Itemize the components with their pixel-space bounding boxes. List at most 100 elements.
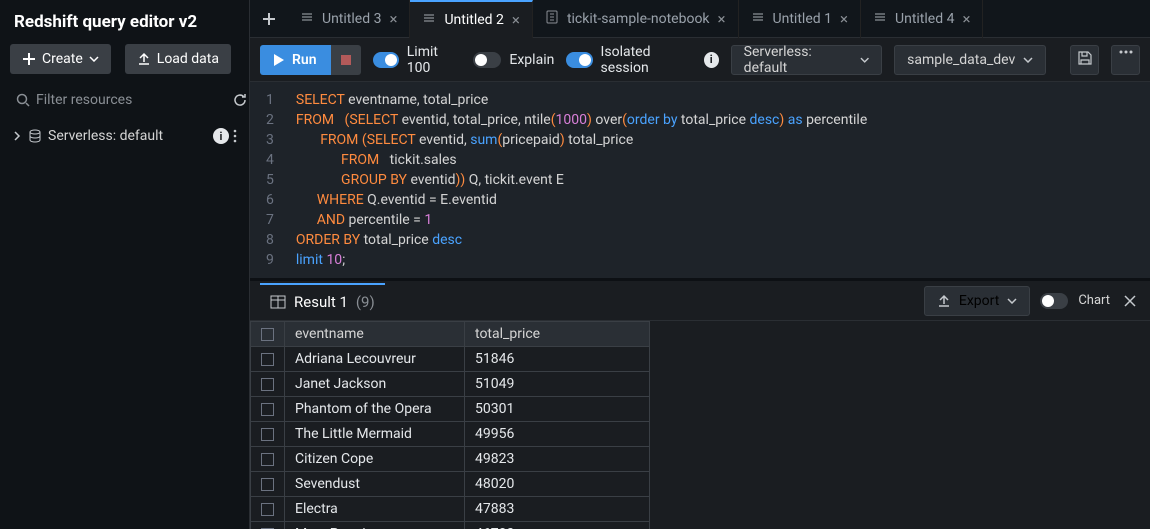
sidebar: Redshift query editor v2 Create Load dat… — [0, 0, 250, 529]
cell-eventname: Electra — [285, 497, 465, 522]
info-icon[interactable]: i — [213, 128, 229, 144]
row-checkbox[interactable] — [251, 397, 285, 422]
isolated-toggle[interactable] — [566, 52, 592, 68]
cell-total-price: 51846 — [465, 347, 650, 372]
row-checkbox[interactable] — [251, 522, 285, 529]
tab-tickit-sample-notebook[interactable]: tickit-sample-notebook× — [533, 0, 739, 38]
document-icon — [300, 10, 314, 28]
table-row[interactable]: Mary Poppins46780 — [251, 522, 650, 529]
results-table: eventnametotal_price Adriana Lecouvreur5… — [250, 321, 650, 529]
column-header[interactable]: eventname — [285, 322, 465, 347]
tab-untitled-4[interactable]: Untitled 4 × — [861, 0, 983, 38]
isolated-label: Isolated session — [601, 44, 696, 76]
line-gutter: 123456789 — [250, 82, 284, 278]
run-button[interactable]: Run — [260, 45, 331, 75]
database-label: sample_data_dev — [907, 52, 1015, 68]
export-button[interactable]: Export — [924, 286, 1030, 316]
cell-total-price: 48020 — [465, 472, 650, 497]
row-checkbox[interactable] — [251, 497, 285, 522]
tab-label: Untitled 3 — [322, 11, 381, 27]
info-icon[interactable]: i — [704, 52, 719, 68]
stop-button[interactable] — [331, 45, 361, 75]
result-tab-label: Result 1 — [294, 293, 348, 311]
row-checkbox[interactable] — [251, 472, 285, 497]
document-icon — [873, 10, 887, 28]
row-checkbox[interactable] — [251, 447, 285, 472]
tab-untitled-1[interactable]: Untitled 1 × — [739, 0, 861, 38]
tab-untitled-2[interactable]: Untitled 2 × — [410, 0, 532, 38]
database-icon — [28, 129, 42, 143]
cell-total-price: 49823 — [465, 447, 650, 472]
table-row[interactable]: Electra47883 — [251, 497, 650, 522]
cell-eventname: Phantom of the Opera — [285, 397, 465, 422]
new-tab-button[interactable] — [250, 0, 288, 38]
result-count: (9) — [356, 293, 375, 311]
tab-label: Untitled 1 — [773, 11, 832, 27]
row-checkbox[interactable] — [251, 347, 285, 372]
tree-item-serverless[interactable]: Serverless: default i — [6, 124, 243, 148]
document-icon — [751, 10, 765, 28]
save-button[interactable] — [1070, 45, 1099, 75]
plus-icon — [22, 52, 36, 66]
cell-total-price: 47883 — [465, 497, 650, 522]
table-row[interactable]: Adriana Lecouvreur51846 — [251, 347, 650, 372]
filter-input[interactable] — [36, 92, 214, 108]
document-icon — [422, 11, 436, 29]
export-label: Export — [959, 293, 999, 309]
close-icon[interactable]: × — [389, 10, 397, 28]
cell-eventname: Adriana Lecouvreur — [285, 347, 465, 372]
kebab-icon[interactable] — [233, 129, 237, 143]
sql-editor[interactable]: 123456789 SELECT eventname, total_price … — [250, 82, 1150, 278]
cell-total-price: 46780 — [465, 522, 650, 529]
table-row[interactable]: Phantom of the Opera50301 — [251, 397, 650, 422]
cell-eventname: Janet Jackson — [285, 372, 465, 397]
tree-item-label: Serverless: default — [48, 128, 163, 144]
close-icon[interactable]: × — [718, 10, 726, 28]
explain-toggle[interactable] — [473, 52, 501, 68]
connection-dropdown[interactable]: Serverless: default — [731, 45, 882, 75]
create-label: Create — [42, 51, 83, 67]
chart-label: Chart — [1078, 293, 1110, 308]
more-button[interactable] — [1111, 45, 1140, 75]
limit-toggle[interactable] — [373, 52, 399, 68]
table-row[interactable]: The Little Mermaid49956 — [251, 422, 650, 447]
load-data-button[interactable]: Load data — [125, 44, 231, 74]
column-header[interactable]: total_price — [465, 322, 650, 347]
row-checkbox[interactable] — [251, 422, 285, 447]
result-tab[interactable]: Result 1 (9) — [260, 283, 385, 319]
create-button[interactable]: Create — [10, 44, 111, 74]
code-area[interactable]: SELECT eventname, total_price FROM (SELE… — [284, 82, 1150, 278]
toolbar: Run Limit 100 Explain Isolated session i… — [250, 38, 1150, 82]
close-icon[interactable]: × — [512, 11, 520, 29]
cell-total-price: 50301 — [465, 397, 650, 422]
table-row[interactable]: Janet Jackson51049 — [251, 372, 650, 397]
search-icon — [16, 93, 30, 107]
caret-down-icon — [1023, 57, 1033, 63]
table-row[interactable]: Sevendust48020 — [251, 472, 650, 497]
notebook-icon — [545, 10, 559, 28]
select-all-header[interactable] — [251, 322, 285, 347]
connection-label: Serverless: default — [744, 44, 852, 76]
table-row[interactable]: Citizen Cope49823 — [251, 447, 650, 472]
tab-untitled-3[interactable]: Untitled 3 × — [288, 0, 410, 38]
close-icon[interactable]: × — [840, 10, 848, 28]
tabbar: Untitled 3×Untitled 2×tickit-sample-note… — [250, 0, 1150, 38]
run-label: Run — [292, 52, 317, 68]
limit-label: Limit 100 — [407, 44, 462, 76]
stop-icon — [341, 55, 351, 65]
chart-toggle[interactable] — [1040, 293, 1068, 309]
close-results-button[interactable] — [1120, 291, 1140, 311]
row-checkbox[interactable] — [251, 372, 285, 397]
filter-input-wrap[interactable] — [10, 88, 220, 112]
load-data-label: Load data — [157, 51, 219, 67]
database-dropdown[interactable]: sample_data_dev — [894, 45, 1046, 75]
close-icon[interactable]: × — [962, 10, 970, 28]
app-title: Redshift query editor v2 — [0, 0, 249, 44]
refresh-button[interactable] — [228, 88, 252, 112]
upload-icon — [137, 52, 151, 66]
tab-label: Untitled 2 — [444, 12, 503, 28]
dots-icon — [1118, 50, 1134, 54]
caret-down-icon — [89, 56, 99, 62]
tab-label: Untitled 4 — [895, 11, 954, 27]
plus-icon — [262, 12, 276, 26]
